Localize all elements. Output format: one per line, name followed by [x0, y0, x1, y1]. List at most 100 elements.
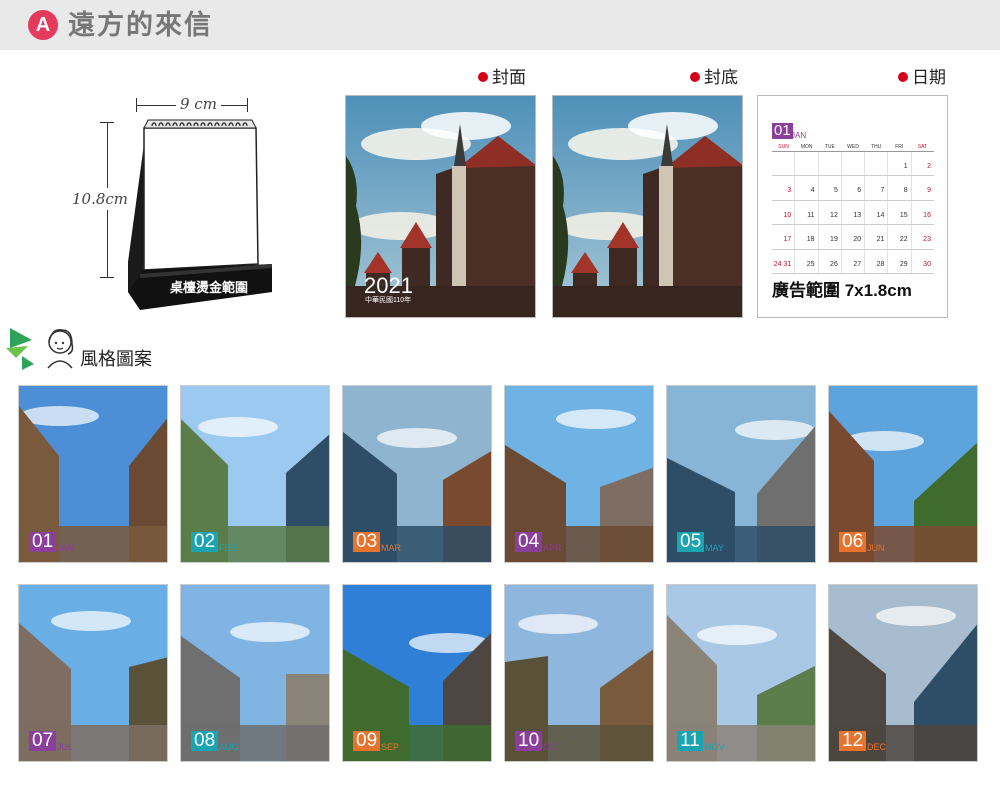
calendar-day-number: 14 — [876, 211, 885, 219]
calendar-day-cell — [772, 152, 796, 176]
calendar-day-cell: 23 — [912, 225, 934, 248]
month-number-badge: 12 — [839, 731, 867, 751]
calendar-week-row: 10 11 12 13 14 15 16 — [772, 200, 934, 226]
calendar-grid: SUN MON TUE WED THU FRI SAT 1 2 3 4 5 6 7 8 9 10 11 12 13 1… — [772, 144, 934, 274]
month-style-card[interactable]: 07 JUL — [18, 584, 168, 762]
month-number-badge: 03 — [353, 532, 381, 552]
month-style-card[interactable]: 01 JAN — [18, 385, 168, 563]
calendar-day-number: 27 — [853, 260, 862, 268]
label-front-cover: 封面 — [478, 68, 526, 88]
weekday-label: WED — [847, 144, 859, 150]
calendar-day-cell: 2 — [912, 152, 934, 175]
calendar-day-number: 18 — [806, 236, 815, 244]
calendar-day-cell — [795, 152, 819, 176]
calendar-day-cell: 14 — [865, 200, 889, 225]
calendar-day-cell: 4 — [795, 176, 819, 200]
calendar-day-cell: 17 — [772, 225, 796, 249]
calendar-day-number: 3 — [787, 187, 792, 195]
month-style-card[interactable]: 02 FEB — [180, 385, 330, 563]
calendar-day-cell: 10 — [772, 200, 796, 225]
calendar-day-number: 9 — [927, 187, 931, 195]
calendar-day-number: 24 31 — [773, 260, 792, 268]
month-style-card[interactable]: 03 MAR — [342, 385, 492, 563]
weekday-label: MON — [800, 144, 813, 150]
weekday-label: SAT — [917, 144, 928, 150]
month-style-card[interactable]: 05 MAY — [666, 385, 816, 563]
style-section-title: 風格圖案 — [80, 349, 152, 369]
base-hotstamp-text: 桌檯燙金範圍 — [170, 280, 248, 295]
month-style-card[interactable]: 04 APR — [504, 385, 654, 563]
calendar-day-cell: 24 31 — [772, 249, 796, 273]
weekday-label: SUN — [778, 144, 789, 150]
calendar-day-cell — [819, 152, 842, 176]
month-name-label: APR — [543, 543, 562, 553]
calendar-day-cell: 30 — [912, 250, 934, 273]
calendar-day-cell: 29 — [888, 249, 912, 273]
label-back-cover: 封底 — [690, 68, 738, 88]
calendar-day-number: 15 — [899, 211, 908, 219]
month-style-card[interactable]: 06 JUN — [828, 385, 978, 563]
calendar-day-cell: 8 — [888, 176, 912, 200]
month-name-label: MAR — [381, 543, 401, 553]
calendar-day-cell: 9 — [912, 176, 934, 199]
calendar-day-cell — [865, 152, 889, 176]
month-name-label: DEC — [867, 742, 887, 752]
calendar-week-row: 12 — [772, 152, 934, 177]
month-style-card[interactable]: 10 OCT — [504, 584, 654, 762]
calendar-day-cell: 6 — [842, 176, 866, 200]
calendar-day-cell: 21 — [865, 225, 889, 249]
calendar-day-number: 2 — [927, 163, 931, 170]
section-badge: A — [28, 10, 58, 40]
month-style-card[interactable]: 11 NOV — [666, 584, 816, 762]
calendar-day-number: 21 — [876, 236, 885, 244]
weekday-label: FRI — [895, 144, 904, 150]
month-name-label: JUN — [867, 543, 885, 553]
month-style-card[interactable]: 08 AUG — [180, 584, 330, 762]
month-style-card[interactable]: 09 SEP — [342, 584, 492, 762]
page-title: 遠方的來信 — [68, 10, 213, 40]
calendar-day-number: 5 — [833, 187, 838, 195]
calendar-week-row: 24 31 25 26 27 28 29 30 — [772, 249, 934, 274]
calendar-weeks: 1 2 3 4 5 6 7 8 9 10 11 12 13 14 15 16 17 18 19 20 21 22 23 24 … — [772, 152, 934, 274]
bullet-dot-icon — [690, 72, 700, 82]
month-style-card[interactable]: 12 DEC — [828, 584, 978, 762]
calendar-day-cell: 26 — [819, 249, 842, 273]
front-cover-preview: 2021 中華民國110年 — [345, 95, 536, 318]
calendar-day-cell: 20 — [842, 225, 866, 249]
width-label: 9 cm — [176, 95, 221, 113]
calendar-month-name: JAN — [791, 131, 807, 140]
calendar-day-cell: 18 — [795, 225, 819, 249]
calendar-day-number: 4 — [810, 187, 815, 195]
calendar-day-number: 23 — [923, 236, 931, 244]
calendar-day-number: 29 — [899, 260, 908, 268]
month-number-badge: 04 — [515, 532, 543, 552]
calendar-day-number: 11 — [807, 211, 815, 219]
month-number-badge: 06 — [839, 532, 867, 552]
month-number-badge: 08 — [191, 731, 219, 751]
month-name-label: NOV — [705, 742, 725, 752]
header-bar: A 遠方的來信 — [0, 0, 1000, 50]
calendar-day-cell: 11 — [795, 200, 819, 225]
calendar-day-cell: 27 — [842, 249, 866, 273]
calendar-weekday-header: SUN MON TUE WED THU FRI SAT — [772, 144, 934, 152]
calendar-day-cell: 5 — [819, 176, 842, 200]
calendar-week-row: 17 18 19 20 21 22 23 — [772, 225, 934, 250]
calendar-day-number: 10 — [783, 211, 792, 219]
calendar-week-row: 3 4 5 6 7 8 9 — [772, 176, 934, 201]
calendar-day-number: 16 — [923, 211, 931, 219]
month-number-badge: 11 — [677, 731, 703, 751]
calendar-month-number: 01 — [772, 122, 793, 139]
calendar-day-cell: 16 — [912, 201, 934, 224]
castle-photo-image — [553, 96, 742, 317]
bullet-dot-icon — [898, 72, 908, 82]
month-number-badge: 07 — [29, 731, 57, 751]
calendar-day-cell — [842, 152, 866, 176]
month-number-badge: 05 — [677, 532, 705, 552]
calendar-day-number: 6 — [857, 187, 862, 195]
calendar-day-cell: 28 — [865, 249, 889, 273]
calendar-day-cell: 25 — [795, 249, 819, 273]
calendar-day-cell: 1 — [888, 152, 912, 176]
month-number-badge: 02 — [191, 532, 219, 552]
calendar-day-number: 17 — [783, 236, 792, 244]
calendar-day-number: 13 — [853, 211, 862, 219]
